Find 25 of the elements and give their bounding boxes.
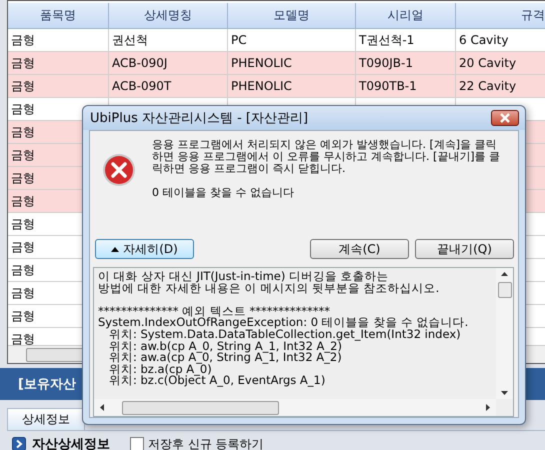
error-message: 응용 프로그램에서 처리되지 않은 예외가 발생했습니다. [계속]을 클릭하면 응용 프로그램에서 이 오류를 무시하고 계속합니다. [끝내기]를 클릭하면 응용 프로그램이 즉시 닫힙니다.: [152, 139, 502, 175]
table-cell: 금형: [8, 29, 109, 51]
table-cell: PHENOLIC: [228, 75, 356, 97]
table-cell: 금형: [8, 52, 109, 74]
table-cell: ACB-090T: [109, 75, 228, 97]
table-cell: PC: [228, 29, 356, 51]
table-cell: 20 Cavity: [456, 52, 545, 74]
detail-line: 위치: aw.a(cp A_0, String A_1, Int32 A_2): [108, 352, 343, 364]
section-title: [보유자산: [18, 376, 76, 393]
table-cell: 권선척: [109, 29, 228, 51]
table-cell: ACB-090J: [109, 52, 228, 74]
error-text: 0 테이블을 찾을 수 없습니다: [152, 187, 295, 199]
checkbox-label: 저장후 신규 등록하기: [148, 436, 264, 450]
table-cell: 금형: [8, 75, 109, 97]
table-cell: 6 Cavity: [456, 29, 545, 51]
table-cell: T090TB-1: [356, 75, 456, 97]
detail-line: 위치: bz.a(cp A_0): [108, 364, 212, 376]
detail-line: 위치: aw.b(cp A_0, String A_1, Int32 A_2): [108, 340, 342, 352]
detail-line: 위치: bz.c(Object A_0, EventArgs A_1): [108, 375, 326, 387]
table-cell: PHENOLIC: [228, 52, 356, 74]
section-heading: 자산상세정보: [32, 436, 110, 450]
table-cell: T090JB-1: [356, 52, 456, 74]
table-cell: T권선척-1: [356, 29, 456, 51]
detail-line: 위치: System.Data.DataTableCollection.get_Item(Int32 index): [108, 328, 461, 341]
table-cell: 22 Cavity: [456, 75, 545, 97]
